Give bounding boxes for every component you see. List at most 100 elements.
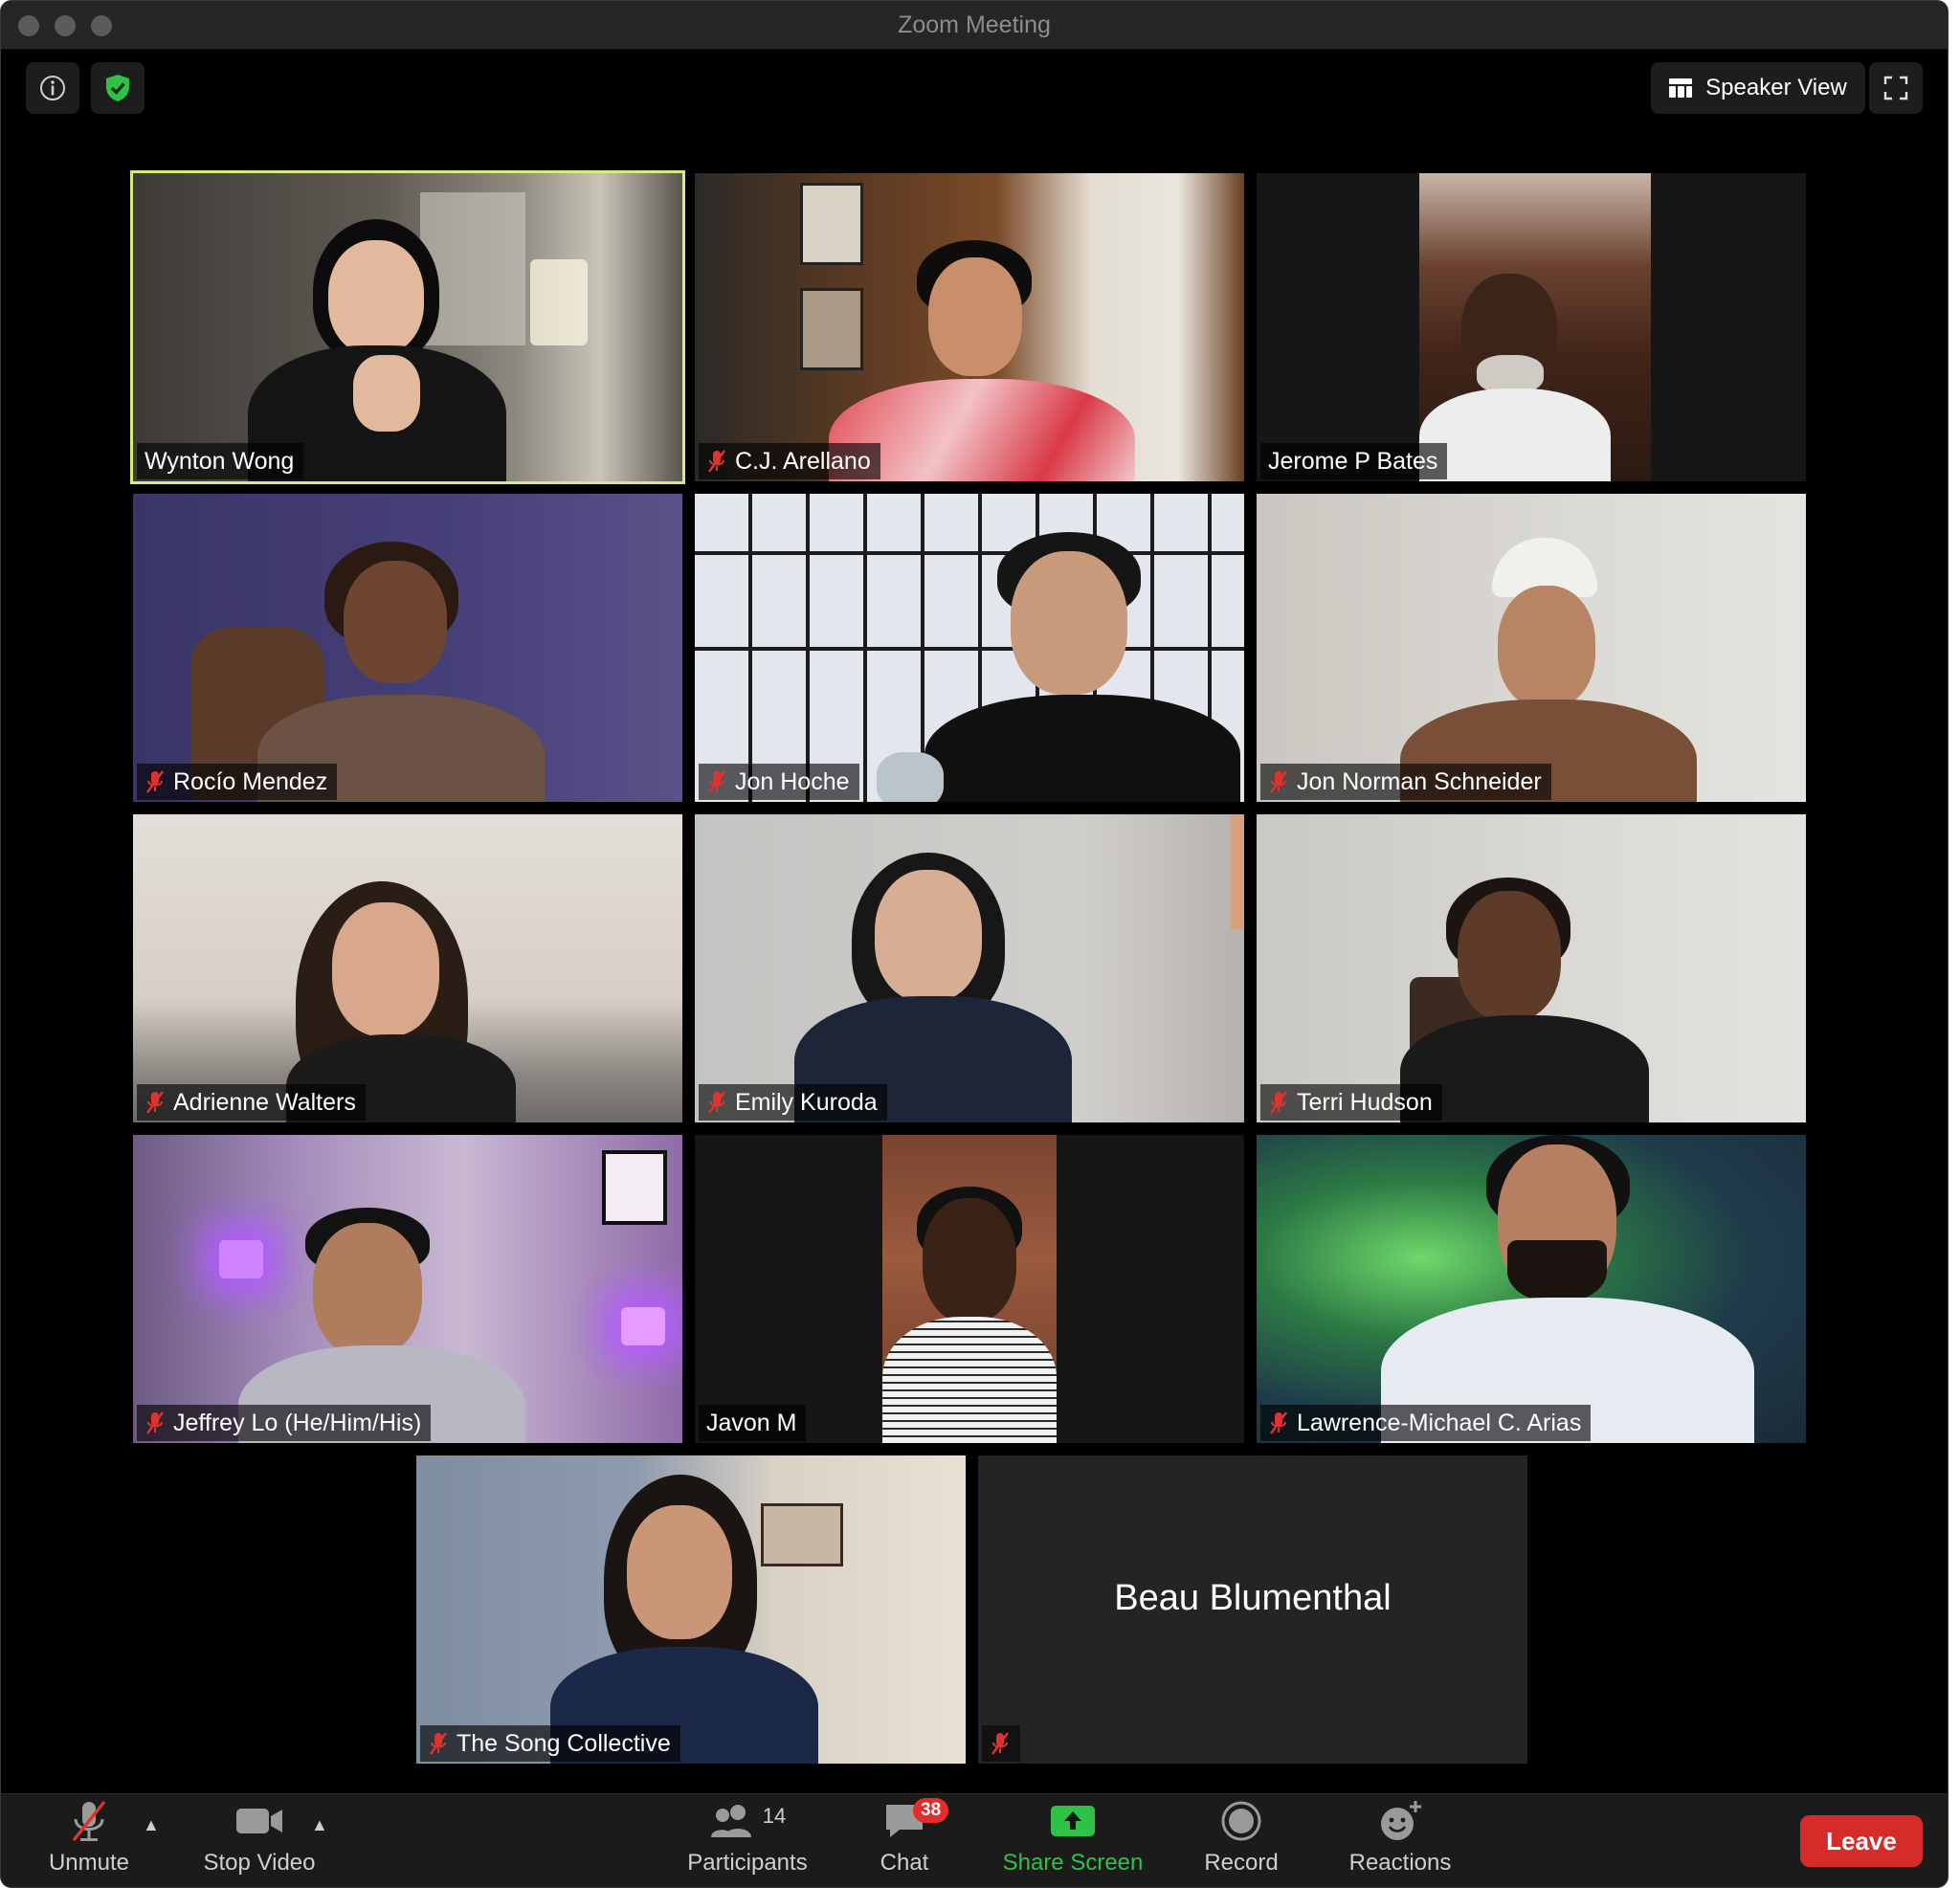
add-reaction-icon: [1381, 1801, 1421, 1840]
video-feed: [133, 814, 682, 1122]
video-tile[interactable]: Adrienne Walters: [133, 814, 682, 1122]
muted-mic-icon: [72, 1800, 106, 1842]
video-feed: [133, 173, 682, 481]
participant-name: Terri Hudson: [1297, 1088, 1433, 1116]
share-screen-label: Share Screen: [1002, 1850, 1144, 1876]
video-tile[interactable]: Wynton Wong: [130, 170, 685, 484]
participant-name: The Song Collective: [457, 1729, 671, 1757]
participant-name: Wynton Wong: [145, 447, 295, 475]
participants-button[interactable]: 14 Participants: [677, 1794, 818, 1887]
participant-name: Jon Hoche: [735, 767, 850, 795]
window-title: Zoom Meeting: [898, 11, 1051, 38]
record-button[interactable]: Record: [1193, 1794, 1289, 1887]
participant-name-tag: Jerome P Bates: [1260, 443, 1448, 479]
participant-name-tag: Javon M: [699, 1405, 807, 1441]
muted-mic-icon: [145, 769, 166, 794]
participant-name-tag: Rocío Mendez: [137, 764, 338, 800]
reactions-label: Reactions: [1348, 1850, 1452, 1876]
participant-name-tag: [982, 1725, 1020, 1762]
speaker-view-label: Speaker View: [1705, 75, 1847, 100]
participant-name-tag: Wynton Wong: [137, 443, 304, 479]
shield-check-icon: [106, 75, 129, 101]
reactions-button[interactable]: Reactions: [1341, 1794, 1459, 1887]
video-feed: [1257, 1135, 1806, 1443]
info-icon: [40, 76, 65, 100]
speaker-view-icon: [1669, 78, 1693, 98]
unmute-button[interactable]: Unmute: [43, 1794, 135, 1887]
participant-name: Jerome P Bates: [1268, 447, 1438, 475]
record-label: Record: [1204, 1850, 1279, 1876]
participant-name-tag: Jon Hoche: [699, 764, 859, 800]
participants-icon: [710, 1805, 751, 1837]
chat-unread-badge: 38: [913, 1798, 949, 1823]
muted-mic-icon: [145, 1410, 166, 1435]
video-tile[interactable]: The Song Collective: [416, 1455, 966, 1764]
muted-mic-icon: [706, 449, 727, 474]
muted-mic-icon: [990, 1731, 1011, 1756]
share-screen-button[interactable]: Share Screen: [996, 1794, 1149, 1887]
video-feed: [695, 814, 1244, 1122]
video-feed: [695, 494, 1244, 802]
video-tile[interactable]: C.J. Arellano: [695, 173, 1244, 481]
participant-name-display: Beau Blumenthal: [1114, 1578, 1392, 1618]
participant-name-tag: The Song Collective: [420, 1725, 680, 1762]
video-feed: [416, 1455, 966, 1764]
muted-mic-icon: [1268, 769, 1289, 794]
video-options-chevron-icon[interactable]: ▲: [311, 1815, 328, 1835]
encryption-button[interactable]: [91, 62, 145, 114]
participant-name-tag: Jon Norman Schneider: [1260, 764, 1551, 800]
muted-mic-icon: [706, 769, 727, 794]
participant-name: Jon Norman Schneider: [1297, 767, 1542, 795]
video-tile[interactable]: Rocío Mendez: [133, 494, 682, 802]
video-tile[interactable]: Emily Kuroda: [695, 814, 1244, 1122]
participant-name: Javon M: [706, 1409, 797, 1436]
video-feed: [1257, 494, 1806, 802]
meeting-info-button[interactable]: [26, 62, 79, 114]
video-tile[interactable]: Jeffrey Lo (He/Him/His): [133, 1135, 682, 1443]
participant-name: Jeffrey Lo (He/Him/His): [173, 1409, 422, 1436]
speaker-view-button[interactable]: Speaker View: [1651, 62, 1865, 114]
participant-name-tag: C.J. Arellano: [699, 443, 880, 479]
muted-mic-icon: [428, 1731, 449, 1756]
video-feed: [133, 494, 682, 802]
meeting-controls-bar: Unmute ▲ Stop Video ▲ 14 Participants Ch…: [1, 1793, 1948, 1887]
participant-name: Rocío Mendez: [173, 767, 328, 795]
participant-name: Lawrence-Michael C. Arias: [1297, 1409, 1582, 1436]
participant-name: Emily Kuroda: [735, 1088, 878, 1116]
video-tile[interactable]: Terri Hudson: [1257, 814, 1806, 1122]
participant-name-tag: Jeffrey Lo (He/Him/His): [137, 1405, 432, 1441]
video-feed: [695, 173, 1244, 481]
fullscreen-icon: [1883, 76, 1908, 100]
chat-label: Chat: [880, 1850, 929, 1876]
participant-name-tag: Emily Kuroda: [699, 1084, 887, 1121]
audio-options-chevron-icon[interactable]: ▲: [143, 1815, 160, 1835]
stop-video-button[interactable]: Stop Video: [197, 1794, 322, 1887]
participants-count: 14: [762, 1804, 787, 1828]
video-tile[interactable]: Javon M: [695, 1135, 1244, 1443]
video-feed: [1257, 814, 1806, 1122]
leave-meeting-button[interactable]: Leave: [1800, 1815, 1923, 1867]
muted-mic-icon: [1268, 1410, 1289, 1435]
share-screen-arrow-icon: [1051, 1806, 1095, 1836]
title-bar: Zoom Meeting: [1, 1, 1948, 50]
video-tile[interactable]: Jon Hoche: [695, 494, 1244, 802]
video-tile[interactable]: Jerome P Bates: [1257, 173, 1806, 481]
video-feed: [695, 1135, 1244, 1443]
video-tile[interactable]: Lawrence-Michael C. Arias: [1257, 1135, 1806, 1443]
video-camera-icon: [236, 1809, 282, 1833]
fullscreen-button[interactable]: [1869, 62, 1923, 114]
muted-mic-icon: [145, 1090, 166, 1115]
muted-mic-icon: [1268, 1090, 1289, 1115]
participant-name: C.J. Arellano: [735, 447, 871, 475]
video-feed: [133, 1135, 682, 1443]
video-tile[interactable]: Jon Norman Schneider: [1257, 494, 1806, 802]
video-tile[interactable]: Beau Blumenthal: [978, 1455, 1527, 1764]
record-icon: [1221, 1801, 1261, 1841]
participants-label: Participants: [687, 1850, 808, 1876]
participant-name-tag: Terri Hudson: [1260, 1084, 1442, 1121]
stop-video-label: Stop Video: [203, 1850, 316, 1876]
participant-name-tag: Adrienne Walters: [137, 1084, 366, 1121]
unmute-label: Unmute: [48, 1850, 130, 1876]
video-feed: [1257, 173, 1806, 481]
participant-name: Adrienne Walters: [173, 1088, 356, 1116]
